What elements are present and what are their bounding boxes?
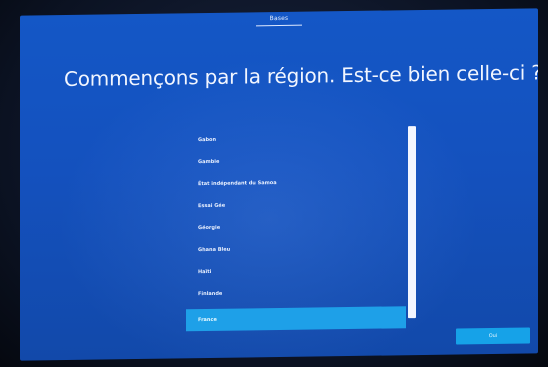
- region-list-item[interactable]: Gambie: [186, 148, 406, 173]
- setup-top-bar: Bases: [20, 8, 538, 35]
- setup-screen: Bases Commençons par la région. Est-ce b…: [20, 8, 538, 361]
- region-list-item-selected[interactable]: France: [186, 306, 406, 332]
- page-title: Commençons par la région. Est-ce bien ce…: [64, 60, 538, 92]
- region-list-item[interactable]: Gabon: [186, 126, 406, 151]
- region-list-scrollbar[interactable]: [408, 126, 416, 326]
- step-label: Bases: [269, 14, 289, 23]
- region-list-item[interactable]: État indépendant du Samoa: [186, 170, 406, 195]
- region-list-item[interactable]: Haïti: [186, 258, 406, 283]
- camera-photo-frame: Bases Commençons par la région. Est-ce b…: [0, 0, 548, 367]
- region-list-item[interactable]: Finlande: [186, 280, 406, 305]
- region-list-item[interactable]: Géorgie: [186, 214, 406, 239]
- step-underline: [256, 24, 302, 27]
- yes-button[interactable]: Oui: [456, 327, 530, 345]
- region-list[interactable]: Gabon Gambie État indépendant du Samoa E…: [186, 126, 416, 335]
- region-list-item[interactable]: Essai Gée: [186, 192, 406, 217]
- region-list-item[interactable]: Ghana Bleu: [186, 236, 406, 261]
- scrollbar-thumb[interactable]: [408, 126, 416, 319]
